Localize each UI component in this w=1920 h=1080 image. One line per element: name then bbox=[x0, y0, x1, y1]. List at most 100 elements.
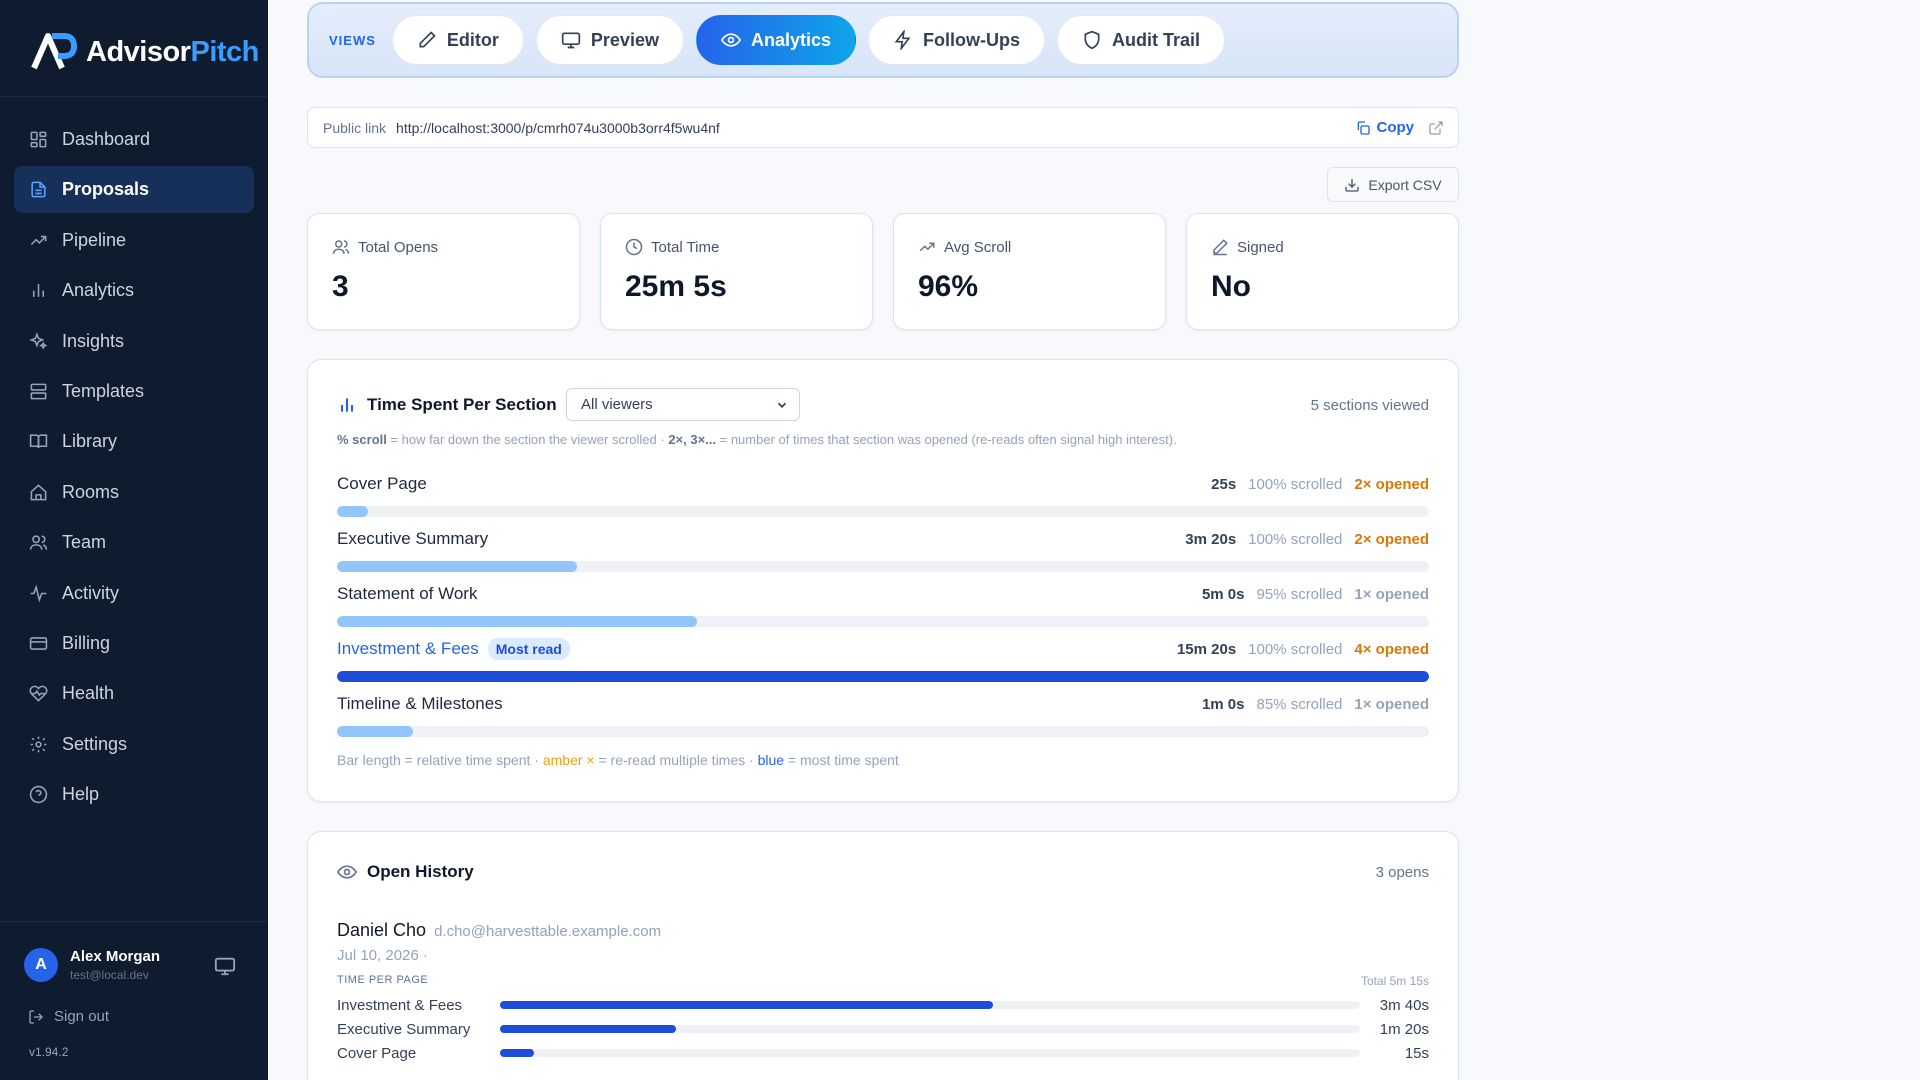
logo[interactable]: AdvisorPitch bbox=[30, 32, 259, 72]
opens-count: 3 opens bbox=[1375, 864, 1429, 881]
external-link-icon[interactable] bbox=[1428, 120, 1444, 136]
user-profile[interactable]: A Alex Morgan test@local.dev bbox=[24, 948, 160, 982]
sidebar-nav: Dashboard Proposals Pipeline Analytics I… bbox=[14, 116, 254, 821]
version-label: v1.94.2 bbox=[29, 1045, 69, 1059]
sidebar-item-label: Team bbox=[62, 532, 107, 553]
viewer-email: d.cho@harvesttable.example.com bbox=[434, 923, 662, 940]
tab-label: Analytics bbox=[750, 29, 831, 50]
page-time: 3m 40s bbox=[1379, 996, 1429, 1014]
public-link-label: Public link bbox=[323, 119, 387, 136]
sparkles-icon bbox=[29, 331, 48, 350]
page-time: 15s bbox=[1404, 1044, 1429, 1062]
viewer-filter-select[interactable]: All viewers bbox=[566, 388, 800, 421]
log-out-icon bbox=[29, 1009, 43, 1024]
section-row[interactable]: Cover Page 25s 100% scrolled 2× opened bbox=[337, 472, 1429, 517]
sections-viewed-count: 5 sections viewed bbox=[1310, 397, 1429, 414]
section-opened: 2× opened bbox=[1354, 475, 1429, 493]
section-row[interactable]: Executive Summary 3m 20s 100% scrolled 2… bbox=[337, 527, 1429, 572]
section-scroll: 100% scrolled bbox=[1248, 475, 1343, 493]
section-row[interactable]: Statement of Work 5m 0s 95% scrolled 1× … bbox=[337, 582, 1429, 627]
tab-preview[interactable]: Preview bbox=[535, 15, 684, 65]
section-bar-track bbox=[337, 616, 1429, 627]
bar-legend: Bar length = relative time spent · amber… bbox=[337, 752, 899, 768]
sidebar-item-activity[interactable]: Activity bbox=[14, 570, 254, 617]
section-row[interactable]: Timeline & Milestones 1m 0s 85% scrolled… bbox=[337, 692, 1429, 737]
tab-audit-trail[interactable]: Audit Trail bbox=[1057, 15, 1226, 65]
eye-icon bbox=[337, 865, 357, 879]
export-csv-button[interactable]: Export CSV bbox=[1327, 167, 1459, 202]
page-name: Executive Summary bbox=[337, 1020, 471, 1038]
copy-label: Copy bbox=[1376, 119, 1415, 136]
sidebar-item-health[interactable]: Health bbox=[14, 670, 254, 717]
section-scroll: 100% scrolled bbox=[1248, 530, 1343, 548]
sidebar-item-team[interactable]: Team bbox=[14, 519, 254, 566]
sidebar-item-label: Settings bbox=[62, 733, 128, 754]
trending-icon bbox=[30, 235, 47, 245]
views-label: VIEWS bbox=[329, 32, 376, 48]
tab-analytics[interactable]: Analytics bbox=[695, 15, 856, 65]
sidebar-item-help[interactable]: Help bbox=[14, 771, 254, 818]
copy-icon bbox=[1357, 120, 1370, 135]
sidebar-item-label: Rooms bbox=[62, 481, 120, 502]
home-icon bbox=[30, 484, 47, 501]
monitor-icon[interactable] bbox=[214, 955, 236, 977]
shield-icon bbox=[1084, 30, 1100, 50]
section-name: Timeline & Milestones bbox=[337, 694, 503, 713]
logo-mark-icon bbox=[31, 33, 78, 70]
stat-value: 96% bbox=[918, 270, 979, 303]
sidebar-item-library[interactable]: Library bbox=[14, 418, 254, 465]
viewer-entry[interactable]: Daniel Cho d.cho@harvesttable.example.com… bbox=[337, 920, 661, 964]
viewer-date: Jul 10, 2026 · bbox=[337, 947, 428, 964]
sidebar-item-proposals[interactable]: Proposals bbox=[14, 166, 254, 214]
sidebar-item-label: Analytics bbox=[62, 280, 135, 301]
sidebar-item-analytics[interactable]: Analytics bbox=[14, 267, 254, 314]
stat-label: Avg Scroll bbox=[944, 238, 1012, 256]
sign-out-label: Sign out bbox=[54, 1008, 110, 1025]
page-bar-fill bbox=[500, 1049, 535, 1057]
page-bar-fill bbox=[500, 1001, 993, 1009]
sidebar-item-pipeline[interactable]: Pipeline bbox=[14, 217, 254, 264]
section-opened: 2× opened bbox=[1354, 530, 1429, 548]
tab-label: Follow-Ups bbox=[923, 29, 1020, 50]
document-icon bbox=[31, 181, 46, 198]
section-time: 3m 20s bbox=[1185, 530, 1237, 548]
sign-out-button[interactable]: Sign out bbox=[28, 1008, 109, 1025]
sidebar-item-insights[interactable]: Insights bbox=[14, 318, 254, 365]
page-row: Investment & Fees 3m 40s bbox=[337, 995, 1429, 1015]
user-email: test@local.dev bbox=[70, 968, 149, 982]
sidebar-item-dashboard[interactable]: Dashboard bbox=[14, 116, 254, 163]
divider bbox=[0, 921, 268, 922]
section-opened: 4× opened bbox=[1354, 640, 1429, 658]
sidebar-item-templates[interactable]: Templates bbox=[14, 368, 254, 415]
app-name: AdvisorPitch bbox=[86, 35, 259, 68]
public-link-url[interactable]: http://localhost:3000/p/cmrh074u3000b3or… bbox=[396, 120, 720, 136]
sidebar-item-billing[interactable]: Billing bbox=[14, 620, 254, 667]
public-link-bar: Public link http://localhost:3000/p/cmrh… bbox=[307, 107, 1459, 148]
sidebar-item-rooms[interactable]: Rooms bbox=[14, 469, 254, 516]
stat-label: Total Time bbox=[651, 238, 720, 256]
bar-chart-icon bbox=[32, 284, 45, 298]
tab-editor[interactable]: Editor bbox=[391, 15, 524, 65]
copy-link-button[interactable]: Copy bbox=[1355, 119, 1415, 136]
section-bar-fill bbox=[337, 726, 414, 737]
section-scroll: 95% scrolled bbox=[1256, 585, 1343, 603]
monitor-icon bbox=[561, 32, 581, 49]
section-row[interactable]: Investment & Fees Most read 15m 20s 100%… bbox=[337, 637, 1429, 682]
section-time: 5m 0s bbox=[1201, 585, 1245, 603]
trending-icon bbox=[919, 242, 935, 252]
grid-icon bbox=[30, 131, 47, 148]
views-bar: VIEWS Editor Preview Analytics Follow-Up… bbox=[307, 2, 1459, 78]
time-per-section-card: Time Spent Per Section All viewers 5 sec… bbox=[307, 359, 1459, 802]
section-time: 25s bbox=[1211, 475, 1237, 493]
user-name: Alex Morgan bbox=[70, 948, 161, 965]
gear-icon bbox=[30, 736, 47, 753]
pencil-icon bbox=[419, 31, 436, 48]
export-csv-label: Export CSV bbox=[1368, 176, 1442, 193]
tab-label: Audit Trail bbox=[1112, 29, 1201, 50]
tab-follow-ups[interactable]: Follow-Ups bbox=[868, 15, 1045, 65]
sidebar-item-label: Proposals bbox=[62, 179, 150, 200]
sidebar-item-label: Health bbox=[62, 683, 115, 704]
sidebar-item-settings[interactable]: Settings bbox=[14, 721, 254, 768]
stat-value: 3 bbox=[332, 270, 349, 303]
heart-pulse-icon bbox=[29, 685, 48, 703]
